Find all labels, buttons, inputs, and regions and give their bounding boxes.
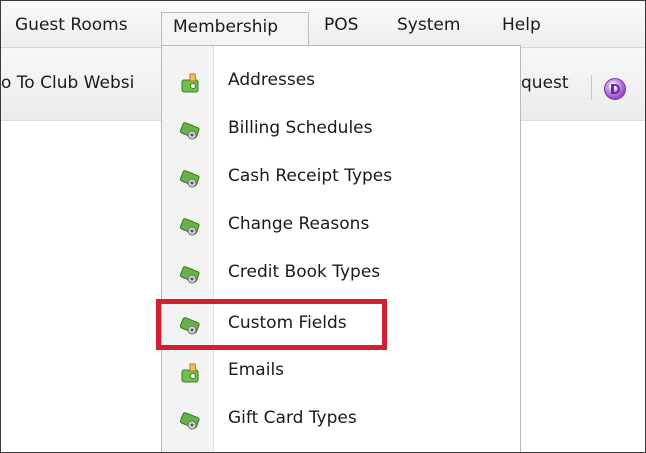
menu-membership[interactable]: Membership xyxy=(161,12,309,45)
menu-item-change-reasons[interactable]: Change Reasons xyxy=(162,202,520,250)
menu-item-label: Emails xyxy=(228,360,285,380)
menu-help[interactable]: Help xyxy=(502,10,541,40)
menu-item-label: Change Reasons xyxy=(228,214,370,234)
card-setting-icon xyxy=(179,168,201,190)
menu-item-label: Credit Book Types xyxy=(228,262,381,282)
menu-item-addresses[interactable]: Addresses xyxy=(162,58,520,106)
menu-item-label: Gift Card Types xyxy=(228,408,357,428)
menu-pos[interactable]: POS xyxy=(324,10,358,40)
membership-dropdown-menu: Addresses Billing Schedules Cash Receipt… xyxy=(161,45,521,452)
app-window: Guest Rooms Membership POS System Help o… xyxy=(0,0,646,453)
menu-item-label: Billing Schedules xyxy=(228,118,373,138)
card-setting-icon xyxy=(179,216,201,238)
menu-system[interactable]: System xyxy=(397,10,460,40)
wallet-hand-icon xyxy=(179,72,201,94)
menu-item-label: Cash Receipt Types xyxy=(228,166,393,186)
menu-guest-rooms[interactable]: Guest Rooms xyxy=(15,10,128,40)
menu-item-gift-card-types[interactable]: Gift Card Types xyxy=(162,396,520,444)
club-website-button[interactable]: o To Club Websi xyxy=(1,73,134,93)
menu-item-emails[interactable]: Emails xyxy=(162,348,520,396)
highlight-box xyxy=(156,299,387,350)
request-button[interactable]: quest xyxy=(521,73,569,93)
menu-bar: Guest Rooms Membership POS System Help xyxy=(1,1,645,48)
menu-item-credit-book-types[interactable]: Credit Book Types xyxy=(162,250,520,298)
menu-item-cash-receipt-types[interactable]: Cash Receipt Types xyxy=(162,154,520,202)
toolbar-separator xyxy=(591,75,592,100)
card-setting-icon xyxy=(179,264,201,286)
card-setting-icon xyxy=(179,410,201,432)
card-setting-icon xyxy=(179,120,201,142)
wallet-hand-icon xyxy=(179,362,201,384)
circle-letter-icon[interactable] xyxy=(604,78,626,100)
menu-item-billing-schedules[interactable]: Billing Schedules xyxy=(162,106,520,154)
menu-item-label: Addresses xyxy=(228,70,316,90)
